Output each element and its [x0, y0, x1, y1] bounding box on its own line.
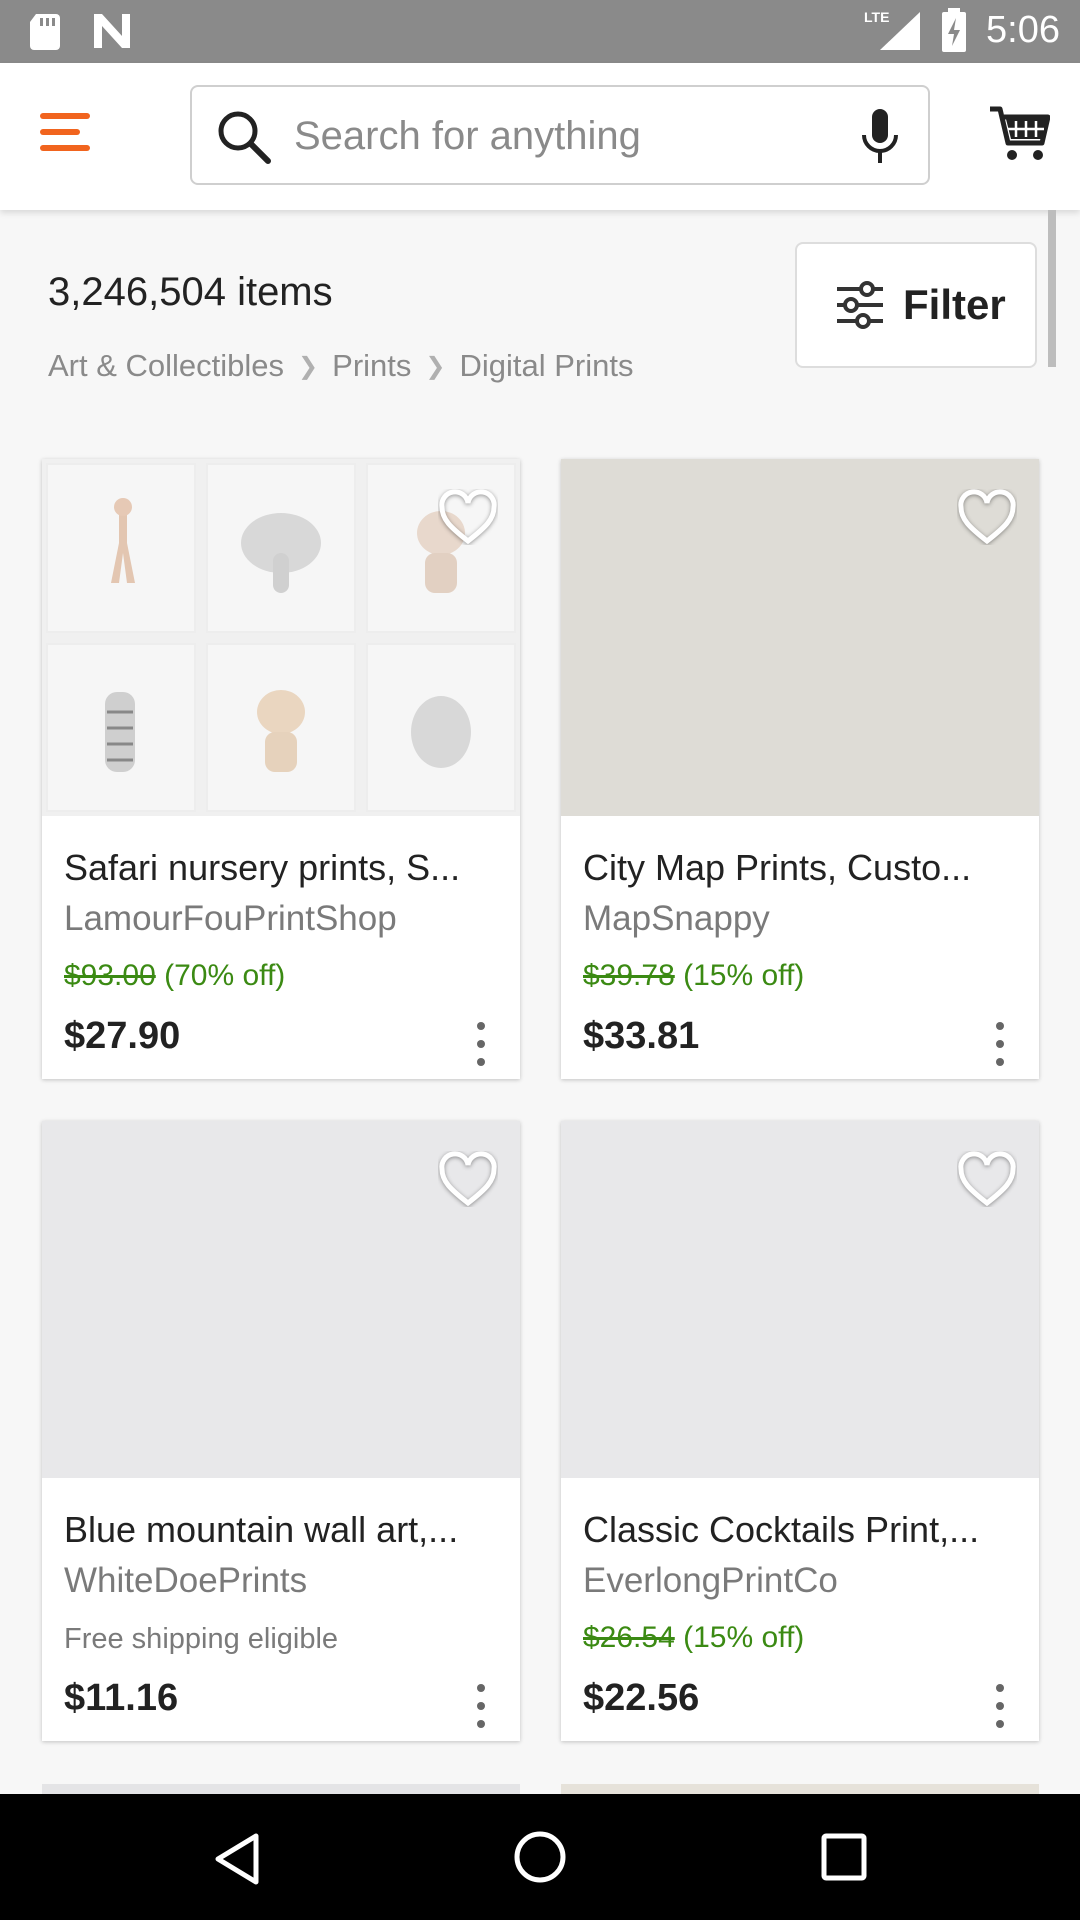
shop-name: MapSnappy: [583, 899, 770, 938]
search-bar[interactable]: [190, 85, 930, 185]
search-icon: [218, 111, 271, 164]
listing-card-partial[interactable]: [42, 1784, 520, 1794]
listing-image[interactable]: [42, 1121, 520, 1478]
battery-charging-icon: [942, 8, 967, 52]
rhino-print-thumbnail: [411, 696, 471, 769]
lte-label: LTE: [864, 9, 889, 25]
discount-percent: (15% off): [683, 1621, 805, 1654]
more-options-icon[interactable]: [476, 1022, 486, 1066]
original-price: $39.78: [583, 959, 675, 992]
back-icon[interactable]: [212, 1832, 262, 1886]
chevron-right-icon: ❯: [298, 352, 319, 380]
cart-icon[interactable]: [988, 103, 1050, 163]
listing-title[interactable]: Blue mountain wall art,...: [64, 1509, 504, 1551]
price: $11.16: [64, 1677, 179, 1719]
discount-info: $26.54 (15% off): [583, 1621, 804, 1655]
listing-card[interactable]: Safari nursery prints, S... LamourFouPri…: [42, 459, 520, 1079]
filter-button[interactable]: Filter: [795, 242, 1037, 368]
favorite-heart-icon[interactable]: [438, 489, 498, 545]
elephant-print-thumbnail: [241, 512, 321, 593]
system-nav-bar: [0, 1794, 1080, 1920]
filter-label: Filter: [903, 281, 1006, 328]
filter-sliders-icon: [837, 281, 883, 329]
listing-card-partial[interactable]: [561, 1784, 1039, 1794]
free-shipping-label: Free shipping eligible: [64, 1623, 339, 1655]
price: $27.90: [64, 1015, 181, 1057]
listing-card[interactable]: Classic Cocktails Print,... EverlongPrin…: [561, 1121, 1039, 1741]
discount-info: $39.78 (15% off): [583, 959, 804, 993]
original-price: $93.00: [64, 959, 156, 992]
breadcrumb-item-art-collectibles[interactable]: Art & Collectibles: [48, 348, 284, 384]
listing-image[interactable]: [42, 459, 520, 816]
favorite-heart-icon[interactable]: [957, 1151, 1017, 1207]
lion-print-thumbnail: [257, 690, 305, 773]
hamburger-menu-icon[interactable]: [40, 113, 100, 163]
more-options-icon[interactable]: [995, 1022, 1005, 1066]
sd-card-icon: [30, 14, 60, 50]
chevron-right-icon: ❯: [425, 352, 446, 380]
breadcrumb-item-prints[interactable]: Prints: [332, 348, 411, 384]
breadcrumb-item-digital-prints[interactable]: Digital Prints: [460, 348, 634, 384]
zebra-print-thumbnail: [105, 692, 135, 773]
price: $33.81: [583, 1015, 700, 1057]
listing-title[interactable]: Safari nursery prints, S...: [64, 847, 504, 889]
listing-card[interactable]: Blue mountain wall art,... WhiteDoePrint…: [42, 1121, 520, 1741]
results-count: 3,246,504 items: [48, 270, 333, 314]
discount-info: $93.00 (70% off): [64, 959, 285, 993]
listing-image[interactable]: [561, 459, 1039, 816]
listing-image[interactable]: [561, 1121, 1039, 1478]
discount-percent: (70% off): [164, 959, 286, 992]
discount-percent: (15% off): [683, 959, 805, 992]
n-notification-icon: [94, 14, 130, 48]
shop-name: EverlongPrintCo: [583, 1561, 838, 1600]
lte-signal-icon: LTE: [864, 9, 921, 50]
favorite-heart-icon[interactable]: [438, 1151, 498, 1207]
scrollbar[interactable]: [1048, 210, 1056, 367]
breadcrumb: Art & Collectibles ❯ Prints ❯ Digital Pr…: [48, 348, 634, 384]
home-icon[interactable]: [513, 1830, 567, 1884]
listing-title[interactable]: Classic Cocktails Print,...: [583, 1509, 1023, 1551]
shop-name: LamourFouPrintShop: [64, 899, 397, 938]
listing-card[interactable]: City Map Prints, Custo... MapSnappy $39.…: [561, 459, 1039, 1079]
clock: 5:06: [986, 8, 1060, 51]
shop-name: WhiteDoePrints: [64, 1561, 308, 1600]
favorite-heart-icon[interactable]: [957, 489, 1017, 545]
app-bar: [0, 63, 1080, 210]
more-options-icon[interactable]: [995, 1684, 1005, 1728]
listing-title[interactable]: City Map Prints, Custo...: [583, 847, 1023, 889]
more-options-icon[interactable]: [476, 1684, 486, 1728]
microphone-icon[interactable]: [860, 107, 900, 167]
status-bar: LTE 5:06: [0, 0, 1080, 63]
giraffe-print-thumbnail: [111, 497, 135, 583]
search-input[interactable]: [292, 107, 816, 165]
price: $22.56: [583, 1677, 700, 1719]
original-price: $26.54: [583, 1621, 675, 1654]
recent-apps-icon[interactable]: [820, 1832, 868, 1882]
